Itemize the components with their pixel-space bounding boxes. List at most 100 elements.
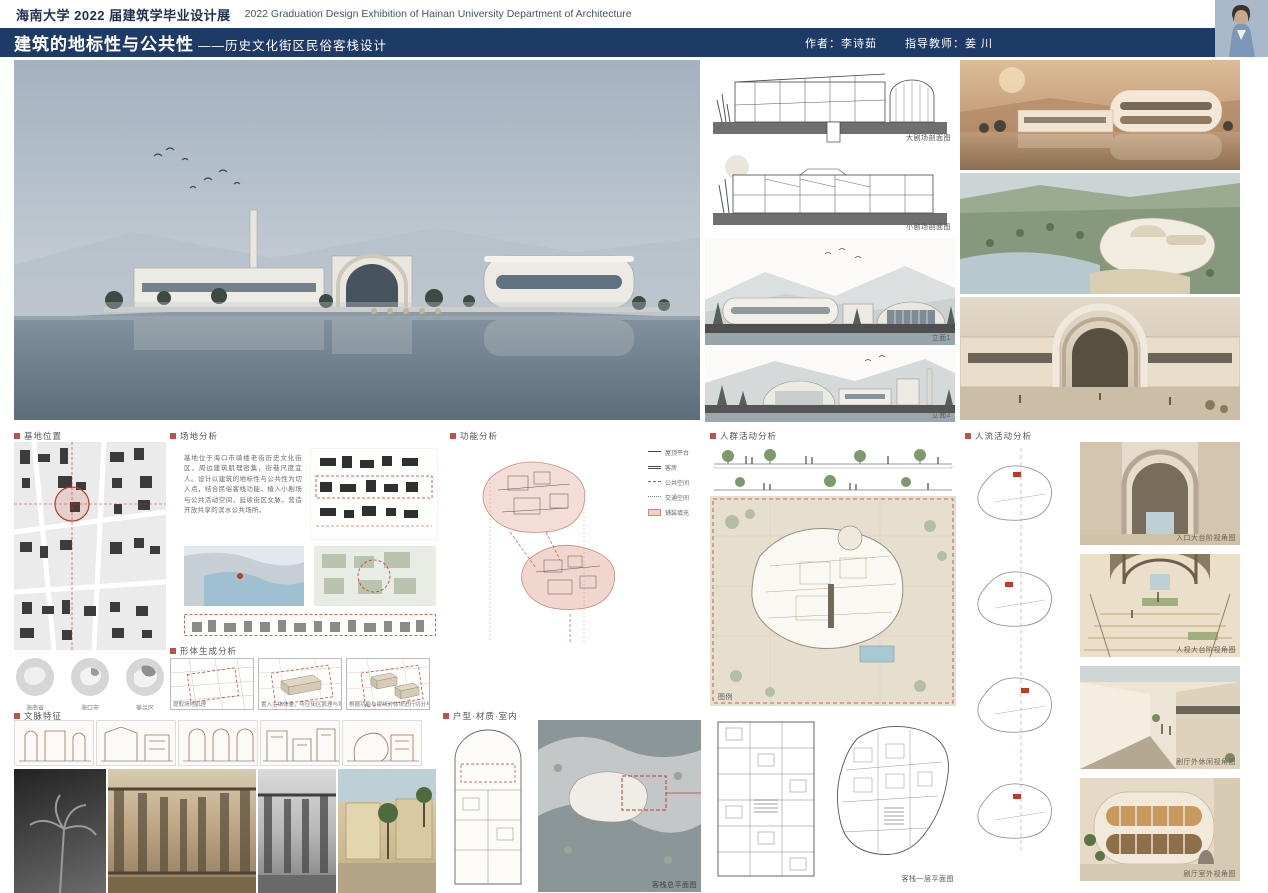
elevation-2-caption: 立面2 — [932, 410, 951, 420]
section-header-site-analysis: 场地分析 — [170, 430, 218, 442]
arcade-bw-graphic — [258, 769, 336, 893]
author-label: 作者：李诗茹 — [805, 35, 877, 51]
location-circle-city: 海口市 — [69, 656, 111, 710]
project-title: 建筑的地标性与公共性 — [14, 30, 194, 55]
render-caption: 人视大台阶视角图 — [1176, 645, 1236, 655]
location-circle-province: 海南省 — [14, 656, 56, 710]
context-sketch — [260, 720, 340, 766]
render-street-graphic — [1080, 666, 1240, 769]
green-context-map — [314, 546, 436, 606]
section-2-caption: 小剧场剖面图 — [906, 222, 951, 232]
rect-plan-graphic — [710, 714, 822, 884]
elevation-render-2: 立面2 — [705, 349, 955, 422]
legend-item: 铺装填充 — [648, 508, 700, 517]
legend-swatch-icon — [648, 496, 661, 500]
elevation-render-1: 立面1 — [705, 238, 955, 345]
section-bullet-icon — [14, 433, 20, 439]
arcade-photo-graphic — [108, 769, 256, 893]
render-arch-graphic — [960, 297, 1240, 420]
section-drawing-2: 小剧场剖面图 — [705, 149, 955, 234]
location-circles: 海南省 海口市 美兰区 — [14, 656, 166, 710]
section-1-caption: 大剧场剖面图 — [906, 133, 951, 143]
section-header-function-analysis: 功能分析 — [450, 430, 498, 442]
section-label: 基地位置 — [24, 430, 62, 442]
section-bullet-icon — [170, 433, 176, 439]
poster-root: 海南大学 2022 届建筑学毕业设计展 2022 Graduation Desi… — [0, 0, 1268, 893]
credits: 作者：李诗茹 指导教师：姜 川 — [805, 35, 993, 51]
legend-swatch-icon — [648, 466, 661, 469]
water-context-map — [184, 546, 304, 606]
render-sunset-graphic — [960, 60, 1240, 170]
exhibition-title-cn: 海南大学 2022 届建筑学毕业设计展 — [16, 5, 231, 24]
section-label: 场地分析 — [180, 430, 218, 442]
location-circle-district: 美兰区 — [124, 656, 166, 710]
section-bullet-icon — [14, 713, 20, 719]
context-photo-street-color — [338, 769, 436, 893]
site-plan-large: 图例 — [710, 496, 956, 706]
context-sketch — [14, 720, 94, 766]
render-round-building-graphic — [1080, 778, 1240, 881]
context-photo-strip — [14, 769, 436, 893]
legend-label: 客房 — [665, 463, 677, 472]
site-analysis-panel: 基地位于海口市骑楼老街历史文化街区，周边建筑肌理密集，街巷尺度宜人。设计以建筑的… — [170, 442, 442, 642]
section-bullet-icon — [443, 713, 449, 719]
masthead: 海南大学 2022 届建筑学毕业设计展 2022 Graduation Desi… — [0, 0, 1215, 28]
sketch-graphic — [15, 721, 94, 766]
street-elevation-strip — [184, 614, 436, 636]
legend-item: 交通空间 — [648, 493, 700, 502]
site-analysis-text: 基地位于海口市骑楼老街历史文化街区，周边建筑肌理密集，街巷尺度宜人。设计以建筑的… — [184, 454, 302, 516]
context-sketch-row — [14, 720, 436, 766]
street-color-graphic — [338, 769, 436, 893]
render-aerial-graphic — [960, 173, 1240, 294]
legend-label: 铺装填充 — [665, 508, 689, 517]
elevation-1-caption: 立面1 — [932, 333, 951, 343]
legend-item: 公共空间 — [648, 478, 700, 487]
render-photo-street: 剧厅外休闲视角图 — [1080, 666, 1240, 769]
circle-label: 美兰区 — [124, 703, 166, 710]
rect-plan-drawing — [710, 714, 822, 884]
sketch-graphic — [97, 721, 176, 766]
project-subtitle: ——历史文化街区民俗客栈设计 — [198, 35, 387, 54]
unit-plan-drawing — [443, 720, 533, 890]
render-arch-entrance — [960, 297, 1240, 420]
flow-axon-graphic — [965, 442, 1077, 858]
legend-swatch-icon — [648, 451, 661, 455]
street-grid-diagram — [310, 448, 438, 540]
legend-label: 屋顶平台 — [665, 448, 689, 457]
section-header-flow-analysis: 人流活动分析 — [965, 430, 1032, 442]
legend-swatch-icon — [648, 481, 661, 485]
city-map-icon — [69, 656, 111, 698]
flow-analysis-column — [965, 442, 1077, 858]
first-floor-plan-caption: 客栈一层平面图 — [902, 874, 955, 884]
elevation-2-graphic — [705, 349, 955, 422]
site-plan-graphic — [710, 496, 956, 706]
context-sketch — [96, 720, 176, 766]
advisor-label: 指导教师：姜 川 — [905, 35, 993, 51]
author-photo — [1215, 0, 1268, 57]
render-caption: 入口大台阶视角图 — [1176, 533, 1236, 543]
render-caption: 剧厅外休闲视角图 — [1176, 757, 1236, 767]
render-photo-stairs: 人视大台阶视角图 — [1080, 554, 1240, 657]
figure-ground-graphic — [14, 442, 166, 650]
first-floor-plan-graphic — [828, 714, 958, 886]
legend-label: 交通空间 — [665, 493, 689, 502]
legend-label: 公共空间 — [665, 478, 689, 487]
sketch-graphic — [261, 721, 340, 766]
palm-photo-graphic — [14, 769, 106, 893]
site-plan-legend-label: 图例 — [718, 692, 733, 702]
render-photo-round-building: 剧厅室外视角图 — [1080, 778, 1240, 881]
section-drawing-1: 大剧场剖面图 — [705, 60, 955, 145]
title-banner: 建筑的地标性与公共性 ——历史文化街区民俗客栈设计 作者：李诗茹 指导教师：姜 … — [0, 28, 1215, 57]
activity-section-strips — [710, 442, 956, 494]
massing-step-caption: 根据功能与视线对体块进行切分与抬升 — [349, 700, 429, 708]
legend-item: 屋顶平台 — [648, 448, 700, 457]
context-master-plan-map: 客栈总平面图 — [538, 720, 701, 892]
massing-analysis-panel: 提取场地肌理 置入主体体量，呼应街区肌理与场地秩序 — [170, 644, 432, 714]
render-aerial-view — [960, 173, 1240, 294]
massing-step-caption: 置入主体体量，呼应街区肌理与场地秩序 — [261, 700, 341, 708]
render-stairs-graphic — [1080, 554, 1240, 657]
section-header-activity-analysis: 人群活动分析 — [710, 430, 777, 442]
function-legend: 屋顶平台 客房 公共空间 交通空间 铺装填充 — [648, 448, 700, 517]
context-map-graphic — [538, 720, 701, 892]
legend-item: 客房 — [648, 463, 700, 472]
